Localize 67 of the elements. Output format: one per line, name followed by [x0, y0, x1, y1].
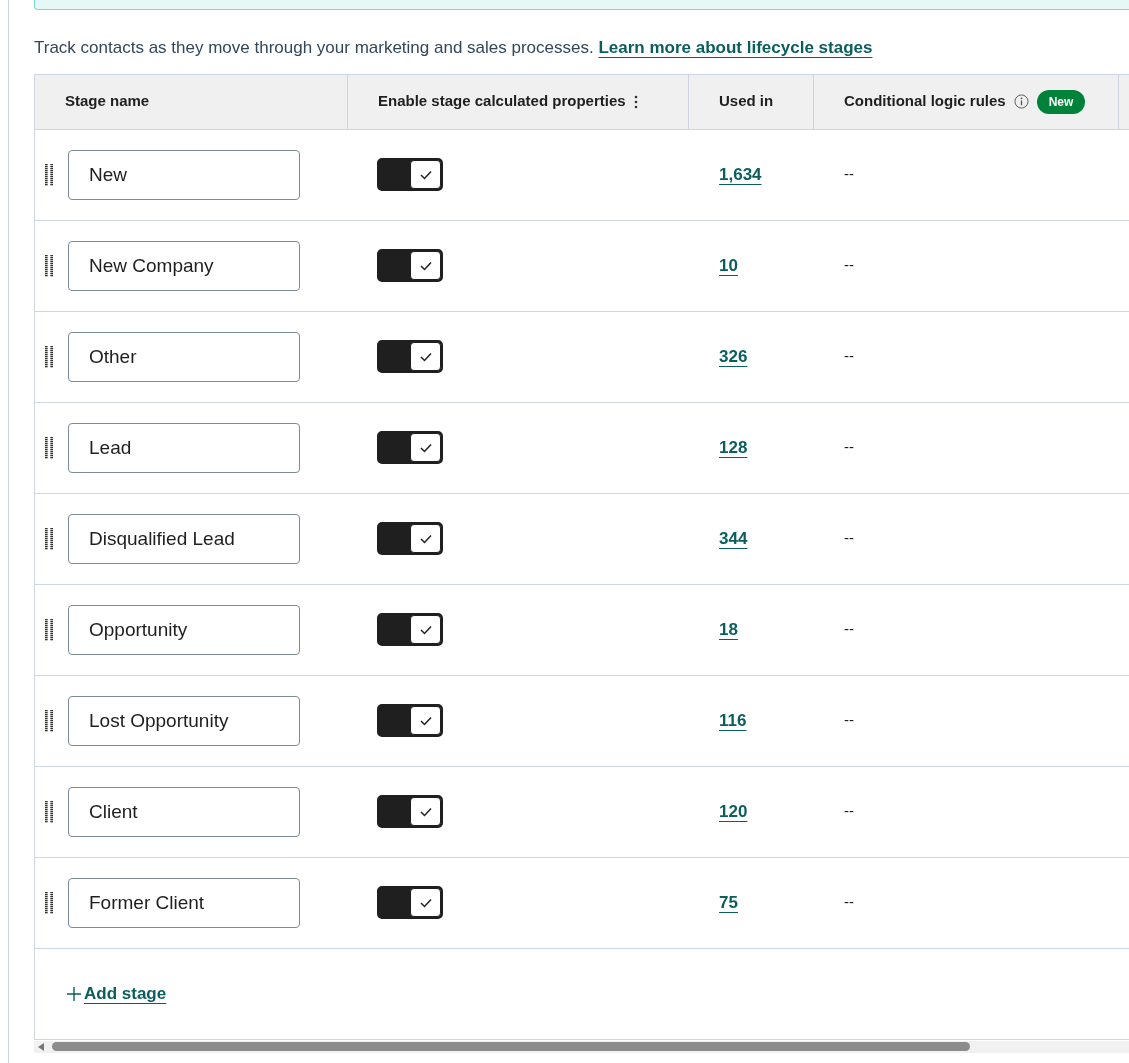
usage-count-link[interactable]: 1,634: [719, 161, 762, 188]
drag-handle-icon[interactable]: [45, 527, 53, 550]
check-icon: [419, 897, 432, 908]
horizontal-scrollbar[interactable]: [34, 1040, 1129, 1053]
usage-count-link[interactable]: 128: [719, 434, 748, 461]
drag-handle-icon[interactable]: [45, 436, 53, 459]
drag-handle-icon[interactable]: [45, 345, 53, 368]
toggle-switch[interactable]: [377, 431, 443, 464]
stage-name-field[interactable]: Former Client: [68, 877, 300, 928]
check-icon: [419, 533, 432, 544]
stage-name-field[interactable]: New: [68, 149, 300, 200]
stage-name-field[interactable]: Other: [68, 331, 300, 382]
check-icon: [419, 351, 432, 362]
column-label: Stage name: [65, 91, 150, 112]
toggle-switch[interactable]: [377, 158, 443, 191]
check-icon: [419, 806, 432, 817]
toggle-switch[interactable]: [377, 613, 443, 646]
stage-name-field[interactable]: Lost Opportunity: [68, 695, 300, 746]
stage-name-field[interactable]: Client: [68, 786, 300, 837]
info-icon[interactable]: [1013, 94, 1029, 109]
check-icon: [419, 260, 432, 271]
rules-cell-text: --: [844, 710, 854, 731]
add-stage-button[interactable]: Add stage: [66, 980, 167, 1007]
drag-handle-icon[interactable]: [45, 163, 53, 186]
rules-cell-text: --: [844, 255, 854, 276]
toggle-switch[interactable]: [377, 704, 443, 737]
toggle-switch[interactable]: [377, 886, 443, 919]
toggle-switch[interactable]: [377, 249, 443, 282]
column-label: Conditional logic rules: [844, 91, 1006, 112]
drag-handle-icon[interactable]: [45, 254, 53, 277]
usage-count-link[interactable]: 326: [719, 343, 748, 370]
usage-count-link[interactable]: 116: [719, 707, 747, 734]
more-options-icon[interactable]: [633, 94, 638, 109]
rules-cell-text: --: [844, 437, 854, 458]
drag-handle-icon[interactable]: [45, 891, 53, 914]
scroll-left-icon[interactable]: [38, 1042, 44, 1051]
rules-cell-text: --: [844, 801, 854, 822]
new-badge: New: [1036, 89, 1086, 114]
check-icon: [419, 169, 432, 180]
toggle-switch[interactable]: [377, 795, 443, 828]
check-icon: [419, 715, 432, 726]
toggle-switch[interactable]: [377, 522, 443, 555]
plus-icon: [66, 985, 82, 1002]
rules-cell-text: --: [844, 619, 854, 640]
stage-name-field[interactable]: Disqualified Lead: [68, 513, 300, 564]
stage-name-field[interactable]: Lead: [68, 422, 300, 473]
column-label: Enable stage calculated properties: [378, 91, 626, 112]
drag-handle-icon[interactable]: [45, 709, 53, 732]
usage-count-link[interactable]: 75: [719, 889, 738, 916]
usage-count-link[interactable]: 18: [719, 616, 738, 643]
stage-name-field[interactable]: New Company: [68, 240, 300, 291]
usage-count-link[interactable]: 120: [719, 798, 748, 825]
intro-text: Track contacts as they move through your marketing and sales processes. Learn more about lifecycle stages: [34, 37, 874, 59]
toggle-switch[interactable]: [377, 340, 443, 373]
learn-more-link[interactable]: Learn more about lifecycle stages: [598, 38, 873, 57]
drag-handle-icon[interactable]: [45, 800, 53, 823]
rules-cell-text: --: [844, 164, 854, 185]
column-label: Used in: [719, 91, 774, 112]
check-icon: [419, 442, 432, 453]
drag-handle-icon[interactable]: [45, 618, 53, 641]
check-icon: [419, 624, 432, 635]
rules-cell-text: --: [844, 528, 854, 549]
rules-cell-text: --: [844, 346, 854, 367]
rules-cell-text: --: [844, 892, 854, 913]
usage-count-link[interactable]: 344: [719, 525, 748, 552]
stage-name-field[interactable]: Opportunity: [68, 604, 300, 655]
usage-count-link[interactable]: 10: [719, 252, 738, 279]
